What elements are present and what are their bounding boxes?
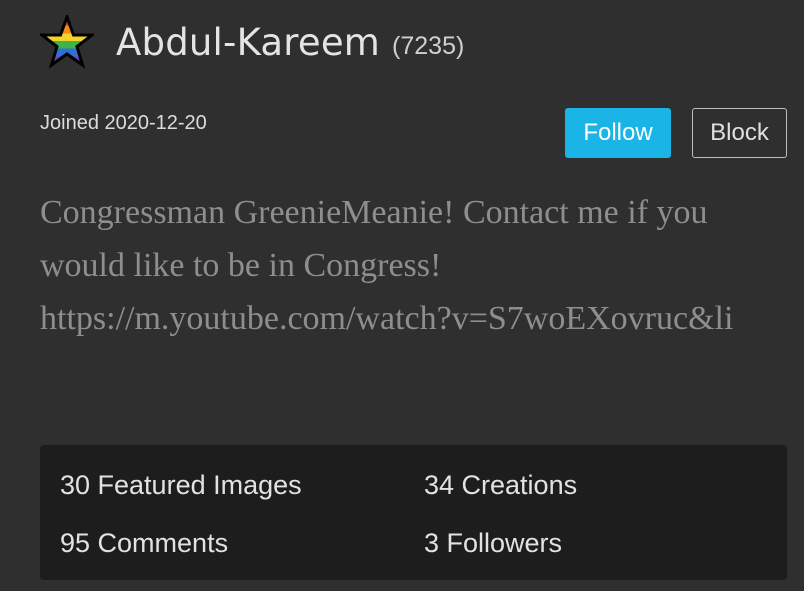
stats-panel: 30 Featured Images 34 Creations 95 Comme… [40, 445, 787, 580]
block-button[interactable]: Block [692, 108, 787, 158]
username: Abdul-Kareem [116, 20, 381, 64]
follow-button[interactable]: Follow [565, 108, 671, 158]
stat-comments[interactable]: 95 Comments [60, 528, 228, 559]
joined-date: Joined 2020-12-20 [40, 112, 207, 134]
stat-creations[interactable]: 34 Creations [424, 470, 577, 501]
stat-followers[interactable]: 3 Followers [424, 528, 562, 559]
profile-header: Abdul-Kareem (7235) [40, 14, 464, 70]
rainbow-star-icon [40, 15, 94, 69]
user-points: (7235) [392, 31, 465, 60]
profile-bio: Congressman GreenieMeanie! Contact me if… [40, 194, 734, 337]
stat-featured-images[interactable]: 30 Featured Images [60, 470, 302, 501]
